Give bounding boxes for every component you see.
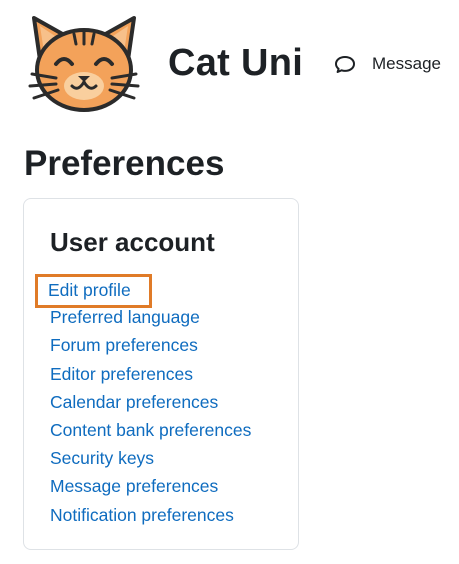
editor-preferences-link[interactable]: Editor preferences	[50, 364, 193, 384]
calendar-preferences-link[interactable]: Calendar preferences	[50, 392, 218, 412]
list-item: Preferred language	[50, 305, 251, 333]
cat-face-icon	[28, 16, 140, 112]
list-item: Content bank preferences	[50, 418, 251, 446]
notification-preferences-link[interactable]: Notification preferences	[50, 505, 234, 525]
page: Cat Uni Message Preferences User account…	[0, 0, 459, 564]
forum-preferences-link[interactable]: Forum preferences	[50, 335, 198, 355]
list-item: Security keys	[50, 446, 251, 474]
user-account-heading: User account	[50, 227, 215, 257]
site-logo[interactable]	[26, 14, 142, 114]
page-title: Preferences	[24, 144, 225, 183]
list-item: Edit profile	[35, 274, 251, 308]
message-label: Message	[372, 54, 441, 73]
list-item: Notification preferences	[50, 503, 251, 531]
site-name[interactable]: Cat Uni	[168, 44, 303, 82]
message-link[interactable]: Message	[334, 54, 441, 74]
user-account-links: Edit profile Preferred language Forum pr…	[35, 274, 251, 531]
content-bank-preferences-link[interactable]: Content bank preferences	[50, 420, 251, 440]
chat-bubble-icon	[334, 54, 356, 74]
list-item: Calendar preferences	[50, 390, 251, 418]
edit-profile-link[interactable]: Edit profile	[35, 274, 152, 308]
list-item: Forum preferences	[50, 333, 251, 361]
list-item: Editor preferences	[50, 362, 251, 390]
message-preferences-link[interactable]: Message preferences	[50, 476, 218, 496]
list-item: Message preferences	[50, 474, 251, 502]
preferred-language-link[interactable]: Preferred language	[50, 307, 200, 327]
user-account-card: User account Edit profile Preferred lang…	[23, 198, 299, 550]
security-keys-link[interactable]: Security keys	[50, 448, 154, 468]
